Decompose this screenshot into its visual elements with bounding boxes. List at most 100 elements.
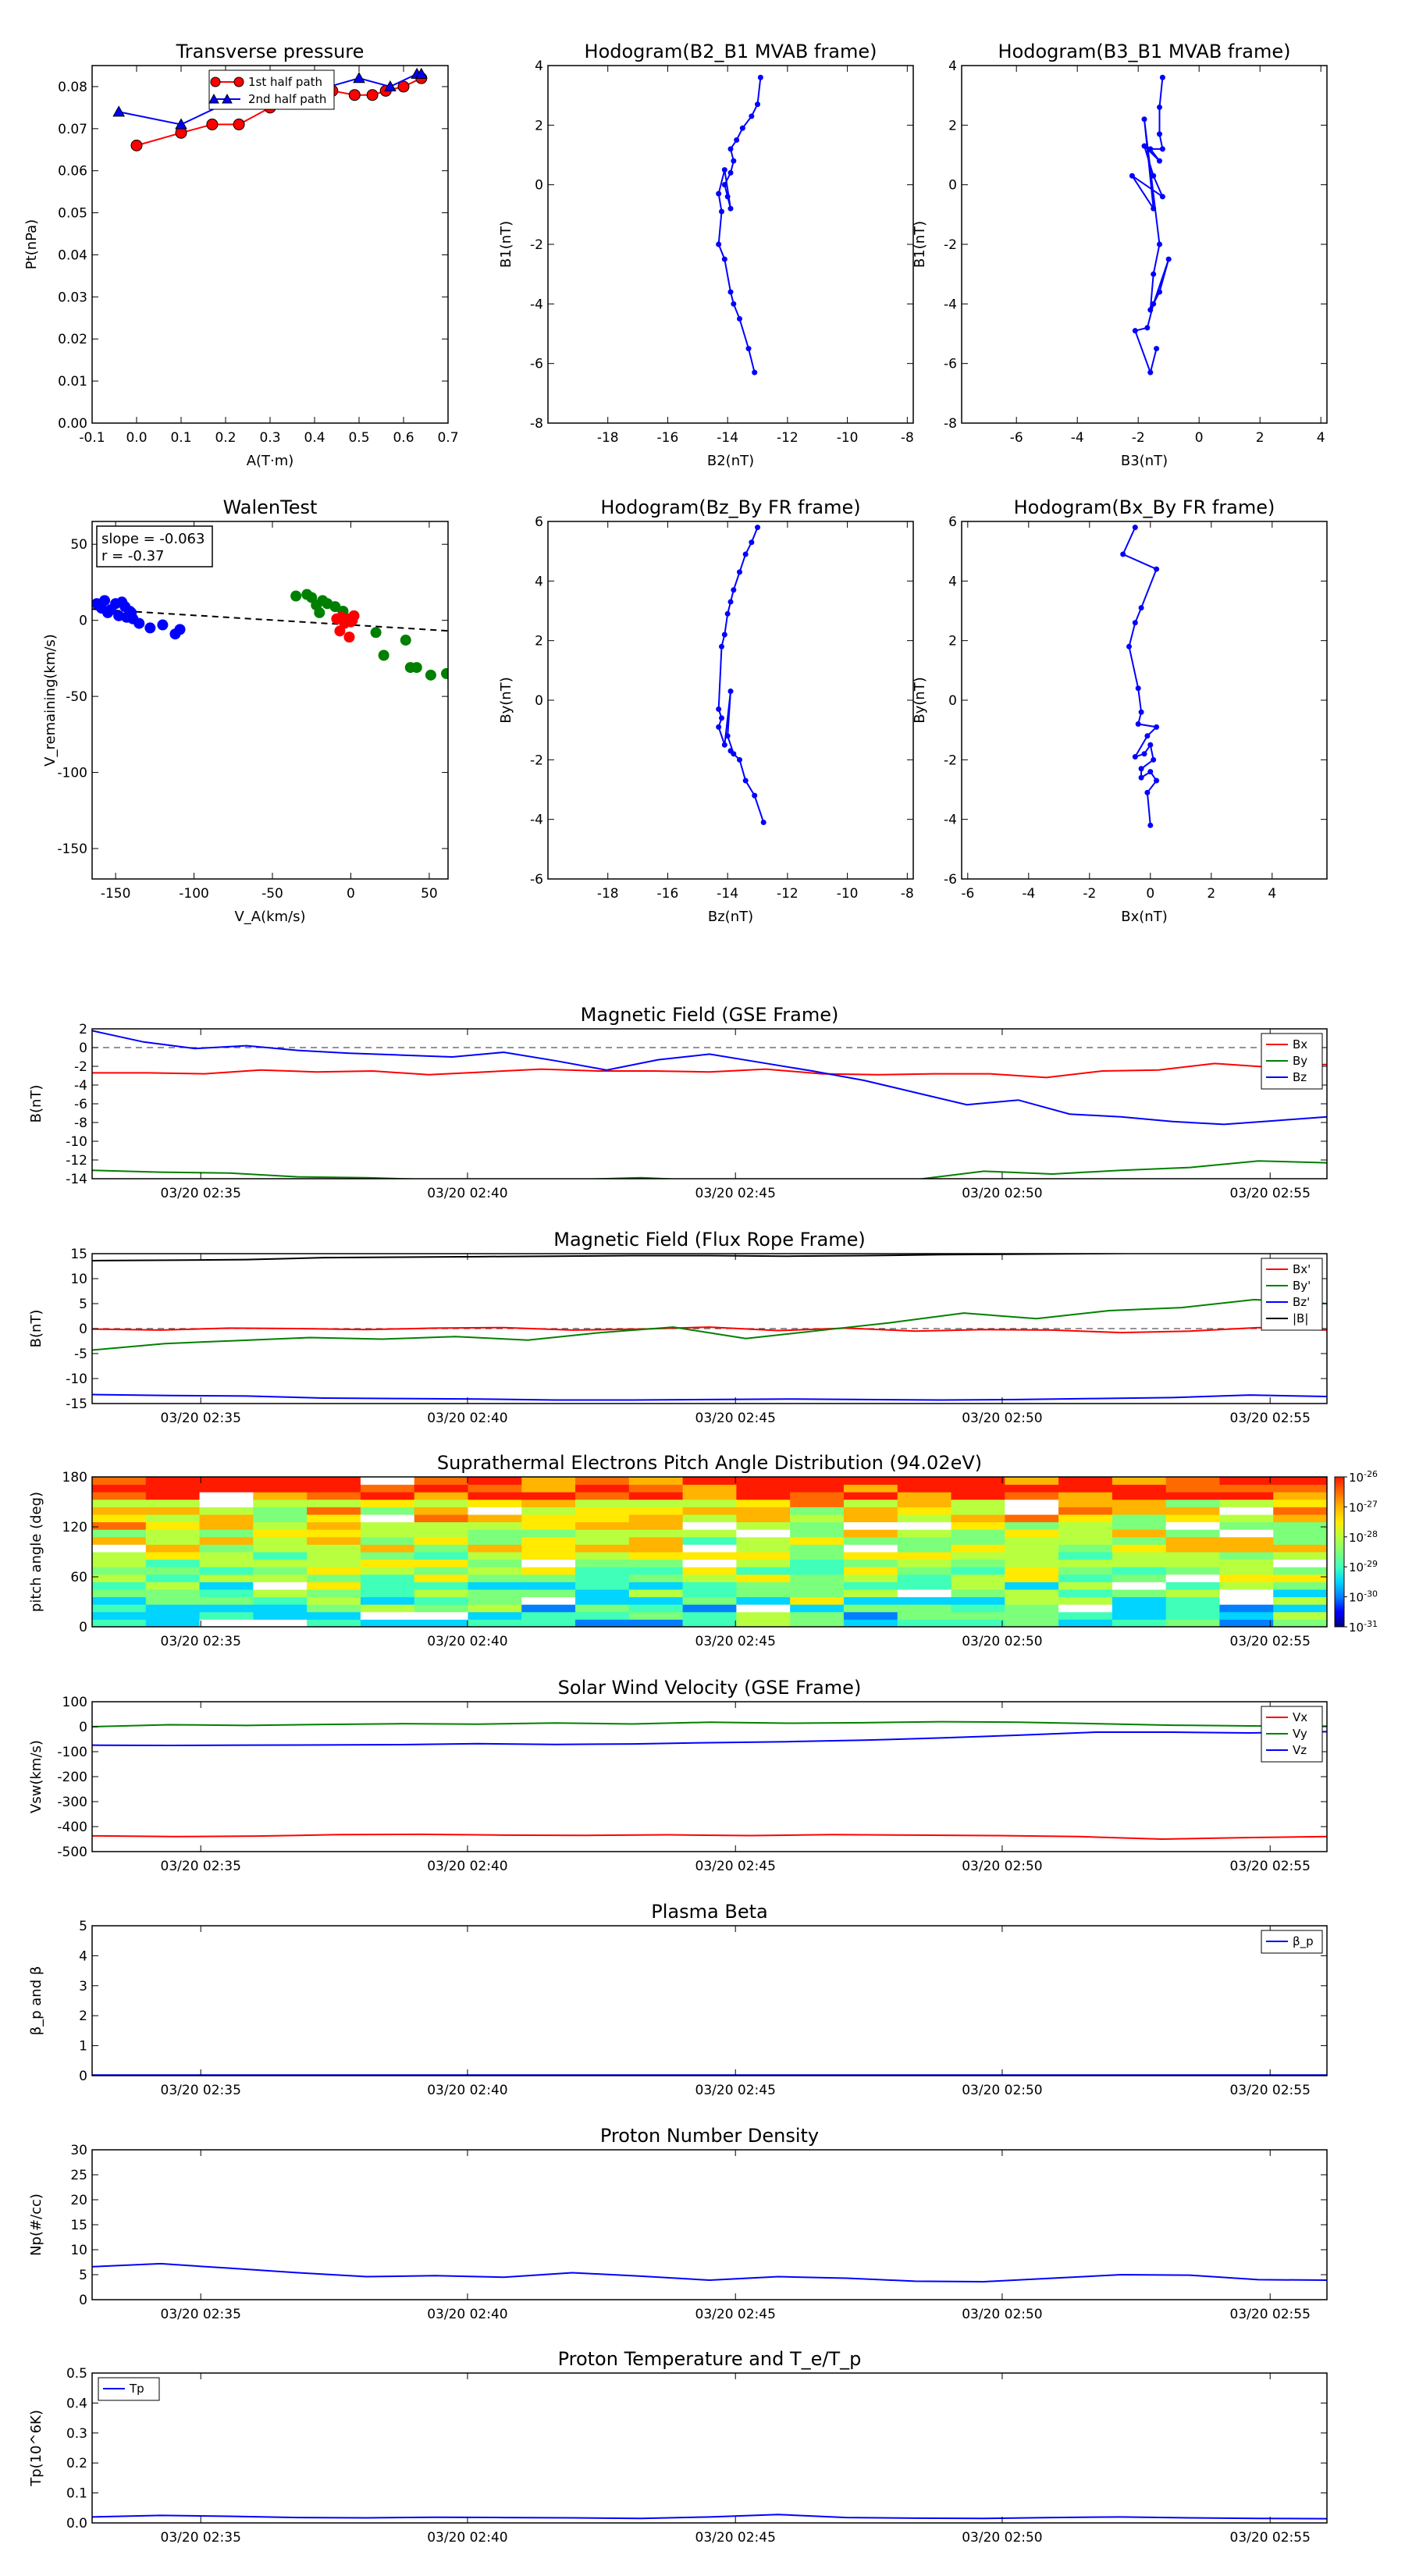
heatmap-cell <box>360 1536 415 1545</box>
heatmap-cell <box>360 1484 415 1493</box>
heatmap-cell <box>1273 1484 1328 1493</box>
heatmap-cell <box>1219 1521 1274 1530</box>
x-tick-label: -2 <box>1132 430 1145 446</box>
heatmap-cell <box>92 1582 147 1590</box>
data-point <box>144 622 156 634</box>
heatmap-cell <box>1112 1589 1167 1598</box>
heatmap-cell <box>145 1552 201 1560</box>
heatmap-cell <box>1273 1507 1328 1515</box>
y-tick-label: 0 <box>79 614 87 629</box>
heatmap-cell <box>414 1484 468 1493</box>
heatmap-cell <box>736 1582 791 1590</box>
x-tick-label: 03/20 02:35 <box>161 1186 241 1201</box>
heatmap-cell <box>253 1582 308 1590</box>
heatmap-cell <box>1219 1499 1274 1507</box>
y-tick-label: 2 <box>948 118 957 133</box>
heatmap-cell <box>951 1604 1005 1613</box>
data-point <box>749 539 755 546</box>
x-tick-label: 03/20 02:40 <box>427 2307 507 2322</box>
heatmap-cell <box>843 1611 898 1620</box>
heatmap-cell <box>843 1499 898 1507</box>
heatmap-cell <box>1273 1574 1328 1582</box>
heatmap-cell <box>414 1582 468 1590</box>
data-point <box>742 777 749 784</box>
x-tick-label: 0.6 <box>393 430 414 446</box>
data-point <box>1120 551 1126 557</box>
heatmap-cell <box>1058 1552 1113 1560</box>
y-tick-label: -5 <box>74 1347 87 1362</box>
heatmap-cell <box>521 1604 576 1613</box>
heatmap-cell <box>307 1589 361 1598</box>
data-point <box>1132 525 1138 531</box>
y-tick-label: 0.5 <box>66 2366 87 2382</box>
heatmap-cell <box>1165 1514 1220 1523</box>
heatmap-cell <box>253 1559 308 1567</box>
y-tick-label: -200 <box>57 1770 87 1785</box>
y-tick-label: 100 <box>62 1695 87 1710</box>
heatmap-cell <box>253 1574 308 1582</box>
heatmap-cell <box>790 1499 845 1507</box>
y-tick-label: -10 <box>66 1372 87 1387</box>
heatmap-cell <box>897 1567 952 1575</box>
series-line <box>717 77 762 373</box>
heatmap-cell <box>307 1544 361 1553</box>
plot-frame <box>91 1028 1328 1179</box>
heatmap-cell <box>1219 1589 1274 1598</box>
heatmap-cell <box>1005 1514 1059 1523</box>
data-point <box>233 118 245 130</box>
heatmap-cell <box>1273 1596 1328 1605</box>
y-tick-label: 0 <box>948 178 957 194</box>
y-tick-label: 0.05 <box>58 206 87 222</box>
heatmap-cell <box>951 1499 1005 1507</box>
heatmap-cell <box>307 1559 361 1567</box>
y-tick-label: 0 <box>79 1720 87 1735</box>
y-tick-label: 2 <box>79 1022 87 1037</box>
legend-marker <box>210 76 221 87</box>
heatmap-cell <box>414 1514 468 1523</box>
y-tick-label: -2 <box>944 753 957 768</box>
x-tick-label: -0.1 <box>79 430 105 446</box>
heatmap-cell <box>414 1544 468 1553</box>
heatmap-cell <box>790 1582 845 1590</box>
heatmap-cell <box>843 1596 898 1605</box>
heatmap-cell <box>951 1529 1005 1538</box>
data-point <box>1144 325 1151 331</box>
heatmap-cell <box>145 1507 201 1515</box>
heatmap-cell <box>199 1596 254 1605</box>
x-tick-label: -8 <box>901 886 914 902</box>
data-point <box>716 724 722 730</box>
legend-label: Bz' <box>1293 1295 1310 1309</box>
data-point <box>1141 143 1147 149</box>
chart-title: Solar Wind Velocity (GSE Frame) <box>558 1677 862 1699</box>
heatmap-cell <box>575 1499 630 1507</box>
heatmap-cell <box>843 1529 898 1538</box>
heatmap-cell <box>199 1484 254 1493</box>
heatmap-cell <box>521 1582 576 1590</box>
heatmap-cell <box>897 1604 952 1613</box>
heatmap-cell <box>736 1567 791 1575</box>
heatmap-cell <box>468 1544 522 1553</box>
heatmap-cell <box>628 1619 684 1628</box>
y-tick-label: -2 <box>530 237 543 253</box>
data-point <box>724 610 731 617</box>
x-tick-label: 03/20 02:50 <box>962 2083 1042 2098</box>
y-tick-label: 5 <box>79 2268 87 2283</box>
heatmap-cell <box>736 1611 791 1620</box>
data-point <box>1151 271 1157 277</box>
x-tick-label: 03/20 02:45 <box>695 2083 776 2098</box>
heatmap-cell <box>145 1611 201 1620</box>
heatmap-cell <box>1219 1492 1274 1500</box>
heatmap-cell <box>575 1589 630 1598</box>
heatmap-cell <box>521 1559 576 1567</box>
heatmap-cell <box>521 1492 576 1500</box>
heatmap-cell <box>1058 1611 1113 1620</box>
x-tick-label: 03/20 02:40 <box>427 1634 507 1649</box>
heatmap-cell <box>790 1596 845 1605</box>
heatmap-cell <box>628 1536 684 1545</box>
heatmap-cell <box>253 1492 308 1500</box>
y-tick-label: 0.4 <box>66 2396 87 2411</box>
data-point <box>133 617 145 629</box>
heatmap-cell <box>468 1619 522 1628</box>
y-tick-label: 3 <box>79 1979 87 1994</box>
heatmap-cell <box>199 1611 254 1620</box>
